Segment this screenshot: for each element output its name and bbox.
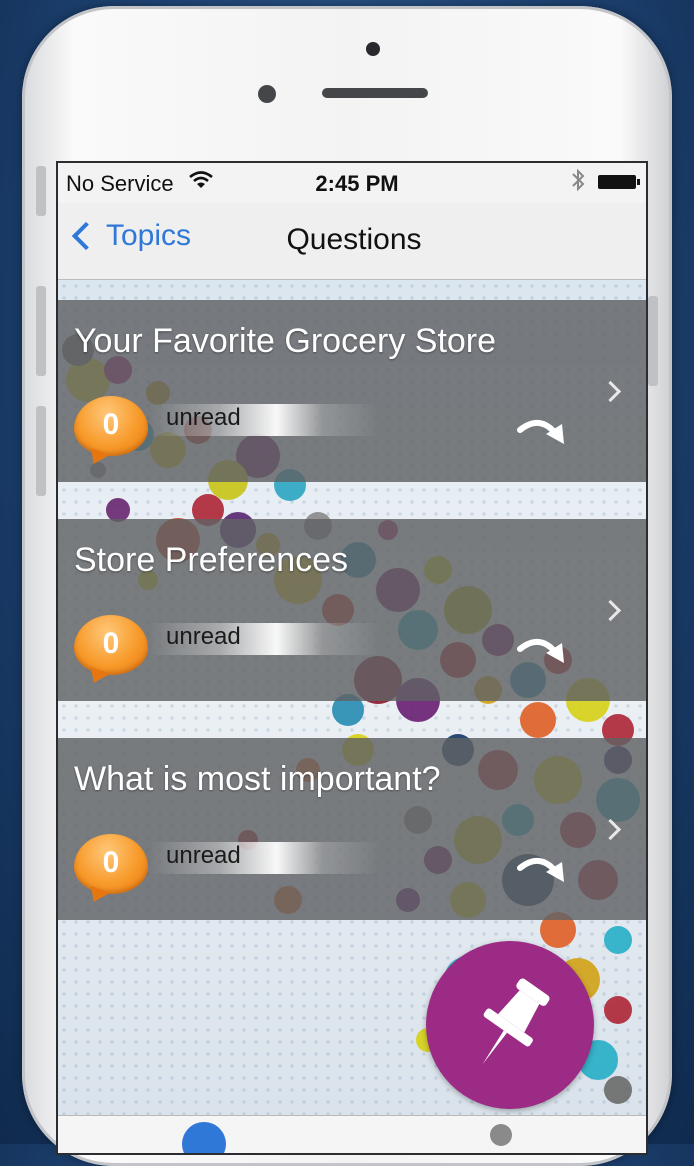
- unread-count: 0: [102, 408, 120, 441]
- unread-label: unread: [166, 623, 241, 650]
- unread-count-badge: 0: [74, 396, 148, 456]
- row-title: Store Preferences: [74, 541, 349, 579]
- unread-count: 0: [102, 627, 120, 660]
- page-title: Questions: [286, 223, 422, 256]
- status-bar: No Service 2:45 PM: [58, 163, 646, 203]
- navigation-bar: Topics Questions: [58, 203, 646, 280]
- mute-switch: [36, 166, 46, 216]
- list-item[interactable]: Your Favorite Grocery Store 0 unread: [58, 300, 646, 482]
- list-item[interactable]: What is most important? 0 unread: [58, 738, 646, 920]
- unread-count-badge: 0: [74, 615, 148, 675]
- curved-arrow-icon: [517, 420, 564, 444]
- phone-screen: No Service 2:45 PM Topics Questions Your…: [58, 163, 646, 1153]
- curved-arrow-icon: [517, 858, 564, 882]
- row-title: What is most important?: [74, 760, 441, 798]
- status-time: 2:45 PM: [315, 171, 399, 196]
- unread-count: 0: [102, 846, 120, 879]
- pin-button[interactable]: [426, 941, 594, 1109]
- battery-icon: [598, 175, 640, 189]
- unread-label: unread: [166, 842, 241, 869]
- volume-up-button: [36, 286, 46, 376]
- proximity-sensor: [258, 85, 276, 103]
- earpiece-speaker: [322, 88, 428, 98]
- unread-count-badge: 0: [74, 834, 148, 894]
- chevron-right-icon: [599, 818, 622, 841]
- pushpin-icon: [482, 978, 550, 1065]
- curved-arrow-icon: [517, 639, 564, 663]
- list-item[interactable]: Store Preferences 0 unread: [58, 519, 646, 701]
- power-button: [648, 296, 658, 386]
- bluetooth-icon: [570, 167, 586, 199]
- unread-label: unread: [166, 404, 241, 431]
- chevron-right-icon: [599, 599, 622, 622]
- front-camera: [366, 42, 380, 56]
- chevron-right-icon: [599, 380, 622, 403]
- tab-bar: [58, 1115, 646, 1153]
- volume-down-button: [36, 406, 46, 496]
- tab-icon[interactable]: [490, 1124, 512, 1146]
- tab-icon-active[interactable]: [182, 1122, 226, 1153]
- row-title: Your Favorite Grocery Store: [74, 322, 497, 360]
